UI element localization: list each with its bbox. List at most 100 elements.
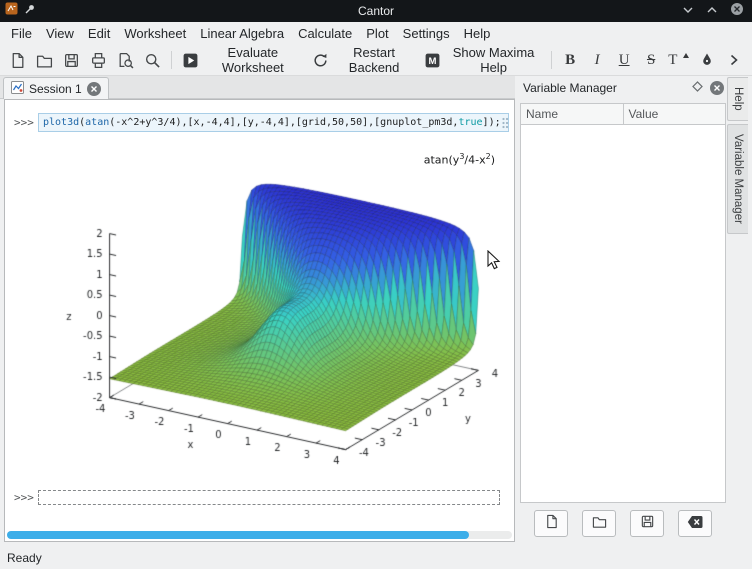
menu-item-linear-algebra[interactable]: Linear Algebra bbox=[193, 24, 291, 43]
pin-icon[interactable] bbox=[24, 2, 36, 20]
superscript-label: T bbox=[668, 53, 677, 68]
menu-item-settings[interactable]: Settings bbox=[396, 24, 457, 43]
menu-item-plot[interactable]: Plot bbox=[359, 24, 395, 43]
superscript-arrow-icon bbox=[683, 53, 689, 58]
search-icon bbox=[144, 52, 161, 69]
plot-title: atan(y3/4-x2) bbox=[424, 152, 495, 167]
entry-prompt: >>> bbox=[14, 491, 34, 504]
command-token: atan bbox=[85, 117, 109, 128]
strikethrough-button[interactable]: S bbox=[639, 48, 664, 73]
variable-manager-title: Variable Manager bbox=[523, 81, 617, 95]
horizontal-scrollbar-track[interactable] bbox=[7, 531, 512, 539]
panel-close-icon[interactable] bbox=[710, 81, 724, 95]
command-text: plot3d(atan(-x^2+y^3/4),[x,-4,4],[y,-4,4… bbox=[43, 117, 501, 128]
save-variables-button[interactable] bbox=[630, 510, 664, 537]
variable-table-header: Name Value bbox=[521, 104, 725, 125]
strikethrough-label: S bbox=[647, 53, 655, 68]
worksheet: >>> plot3d(atan(-x^2+y^3/4),[x,-4,4],[y,… bbox=[4, 99, 515, 542]
floppy-icon bbox=[640, 514, 655, 532]
menu-item-worksheet[interactable]: Worksheet bbox=[117, 24, 193, 43]
side-tab-help[interactable]: Help bbox=[727, 77, 748, 121]
command-prompt: >>> bbox=[14, 116, 34, 129]
statusbar: Ready bbox=[0, 547, 752, 569]
float-panel-icon[interactable] bbox=[692, 81, 703, 95]
clear-variables-button[interactable] bbox=[678, 510, 712, 537]
menu-item-file[interactable]: File bbox=[4, 24, 39, 43]
underline-button[interactable]: U bbox=[612, 48, 637, 73]
variable-manager-panel: Variable Manager Name Value bbox=[519, 77, 727, 541]
variable-table: Name Value bbox=[520, 103, 726, 503]
close-button[interactable] bbox=[730, 2, 744, 21]
empty-command-entry[interactable] bbox=[38, 490, 500, 505]
menu-item-help[interactable]: Help bbox=[457, 24, 498, 43]
tab-session-1[interactable]: Session 1 bbox=[3, 77, 109, 99]
chevron-right-icon bbox=[729, 54, 739, 66]
toolbar-separator bbox=[551, 51, 552, 69]
menu-item-edit[interactable]: Edit bbox=[81, 24, 117, 43]
evaluate-icon bbox=[182, 52, 199, 69]
floppy-icon bbox=[63, 52, 80, 69]
print-button[interactable] bbox=[86, 48, 111, 73]
tabbar: Session 1 bbox=[0, 76, 515, 99]
folder-icon bbox=[592, 514, 607, 532]
restart-label: Restart Backend bbox=[334, 45, 415, 75]
new-variable-button[interactable] bbox=[534, 510, 568, 537]
menubar: FileViewEditWorksheetLinear AlgebraCalcu… bbox=[0, 22, 752, 45]
evaluate-label: Evaluate Worksheet bbox=[204, 45, 302, 75]
maxima-help-icon: M bbox=[424, 52, 441, 69]
load-variables-button[interactable] bbox=[582, 510, 616, 537]
show-maxima-help-button[interactable]: M Show Maxima Help bbox=[420, 48, 544, 73]
open-button[interactable] bbox=[32, 48, 57, 73]
plot-title-part: ) bbox=[491, 154, 495, 167]
maximize-button[interactable] bbox=[706, 2, 718, 20]
drag-handle-icon[interactable] bbox=[501, 117, 509, 129]
minimize-button[interactable] bbox=[682, 2, 694, 20]
italic-button[interactable]: I bbox=[585, 48, 610, 73]
titlebar: Cantor bbox=[0, 0, 752, 22]
toolbar-overflow-button[interactable] bbox=[721, 48, 746, 73]
menu-item-view[interactable]: View bbox=[39, 24, 81, 43]
variable-manager-header: Variable Manager bbox=[519, 77, 727, 98]
maxima-help-label: Show Maxima Help bbox=[446, 45, 540, 75]
mouse-cursor-icon bbox=[487, 250, 501, 275]
superscript-button[interactable]: T bbox=[666, 48, 692, 73]
window-title: Cantor bbox=[0, 4, 752, 18]
evaluate-worksheet-button[interactable]: Evaluate Worksheet bbox=[178, 48, 306, 73]
toolbar: Evaluate Worksheet Restart Backend M Sho… bbox=[0, 45, 752, 76]
command-token: plot3d bbox=[43, 117, 79, 128]
print-preview-button[interactable] bbox=[113, 48, 138, 73]
session-tab-icon bbox=[11, 81, 24, 97]
svg-text:M: M bbox=[429, 56, 437, 67]
clear-icon bbox=[687, 515, 703, 532]
column-header-name[interactable]: Name bbox=[521, 104, 624, 124]
text-color-button[interactable] bbox=[694, 48, 719, 73]
command-token: true bbox=[458, 117, 482, 128]
command-entry[interactable]: plot3d(atan(-x^2+y^3/4),[x,-4,4],[y,-4,4… bbox=[38, 113, 509, 132]
plot-output: atan(y3/4-x2) bbox=[13, 144, 511, 476]
side-tab-strip: Help Variable Manager bbox=[727, 77, 752, 541]
menu-item-calculate[interactable]: Calculate bbox=[291, 24, 359, 43]
save-button[interactable] bbox=[59, 48, 84, 73]
italic-label: I bbox=[595, 53, 600, 68]
bold-label: B bbox=[565, 53, 575, 68]
plot3d-surface-canvas bbox=[13, 144, 511, 474]
toolbar-separator bbox=[171, 51, 172, 69]
tab-close-icon[interactable] bbox=[87, 82, 101, 96]
horizontal-scrollbar-thumb[interactable] bbox=[7, 531, 469, 539]
command-token: (-x^2+y^3/4),[x,-4,4],[y,-4,4],[grid,50,… bbox=[109, 117, 458, 128]
status-text: Ready bbox=[7, 551, 42, 565]
command-token: ]); bbox=[483, 117, 501, 128]
column-header-value[interactable]: Value bbox=[624, 104, 726, 124]
new-document-icon bbox=[9, 52, 26, 69]
restart-backend-button[interactable]: Restart Backend bbox=[308, 48, 419, 73]
app-icon bbox=[5, 2, 18, 20]
side-tab-variable-manager[interactable]: Variable Manager bbox=[727, 124, 748, 234]
ink-drop-icon bbox=[699, 52, 715, 68]
plot-title-part: atan(y bbox=[424, 154, 460, 167]
restart-icon bbox=[312, 52, 329, 69]
new-worksheet-button[interactable] bbox=[5, 48, 30, 73]
bold-button[interactable]: B bbox=[558, 48, 583, 73]
new-document-icon bbox=[544, 514, 559, 532]
find-button[interactable] bbox=[140, 48, 165, 73]
session-tab-label: Session 1 bbox=[29, 82, 82, 96]
